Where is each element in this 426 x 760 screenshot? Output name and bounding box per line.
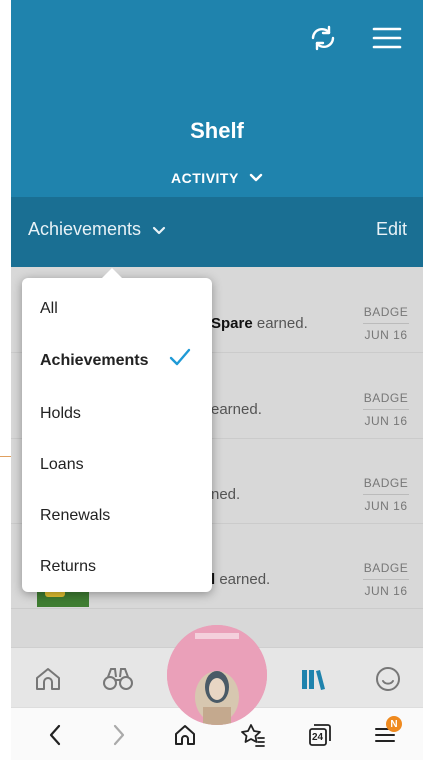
item-type: BADGE [363,391,409,410]
browser-menu-icon[interactable]: N [368,716,402,752]
bookmarks-icon[interactable] [236,718,270,752]
menu-item-achievements[interactable]: Achievements [40,352,149,370]
item-date: JUN 16 [364,584,408,598]
browser-home-icon[interactable] [168,718,202,752]
menu-item-renewals[interactable]: Renewals [40,507,110,525]
item-type: BADGE [363,305,409,324]
menu-item-all[interactable]: All [40,300,58,318]
item-status: earned. [211,401,262,418]
item-status: ned. [211,486,241,503]
item-title: Spare [211,315,253,332]
chevron-down-icon [152,220,166,241]
filter-dropdown-toggle[interactable]: Achievements [28,219,166,241]
activity-label: ACTIVITY [171,170,239,186]
activity-selector[interactable]: ACTIVITY [11,170,423,186]
item-date: JUN 16 [364,414,408,428]
item-status: earned. [219,571,271,588]
filter-bar: Achievements Edit [11,197,423,267]
menu-item-holds[interactable]: Holds [40,405,81,423]
smiley-icon[interactable] [371,662,405,696]
avatar-icon[interactable] [167,625,267,725]
notification-badge: N [386,716,402,732]
page-title: Shelf [190,118,244,143]
item-date: JUN 16 [364,328,408,342]
menu-item-loans[interactable]: Loans [40,456,84,474]
dropdown-caret [102,268,122,278]
menu-icon[interactable] [369,20,405,56]
item-date: JUN 16 [364,499,408,513]
back-icon[interactable] [38,718,72,752]
divider [0,456,11,457]
filter-dropdown-menu: All Achievements Holds Loans Renewals Re… [22,268,212,592]
app-header: Shelf ACTIVITY [11,0,423,197]
edit-button[interactable]: Edit [376,219,407,240]
item-type: BADGE [363,476,409,495]
tabs-icon[interactable]: 24 [303,718,337,752]
chevron-down-icon [249,170,263,186]
app-frame: Shelf ACTIVITY Achievements Edit Spare e… [11,0,423,760]
item-status: earned. [256,315,308,332]
filter-current-label: Achievements [28,219,142,239]
tabs-count: 24 [312,732,324,743]
checkmark-icon [169,348,191,371]
shelf-icon[interactable] [296,662,330,696]
menu-item-returns[interactable]: Returns [40,558,96,576]
home-icon[interactable] [31,662,65,696]
item-type: BADGE [363,561,409,580]
binoculars-icon[interactable] [101,662,135,696]
sync-icon[interactable] [305,20,341,56]
forward-icon[interactable] [102,718,136,752]
